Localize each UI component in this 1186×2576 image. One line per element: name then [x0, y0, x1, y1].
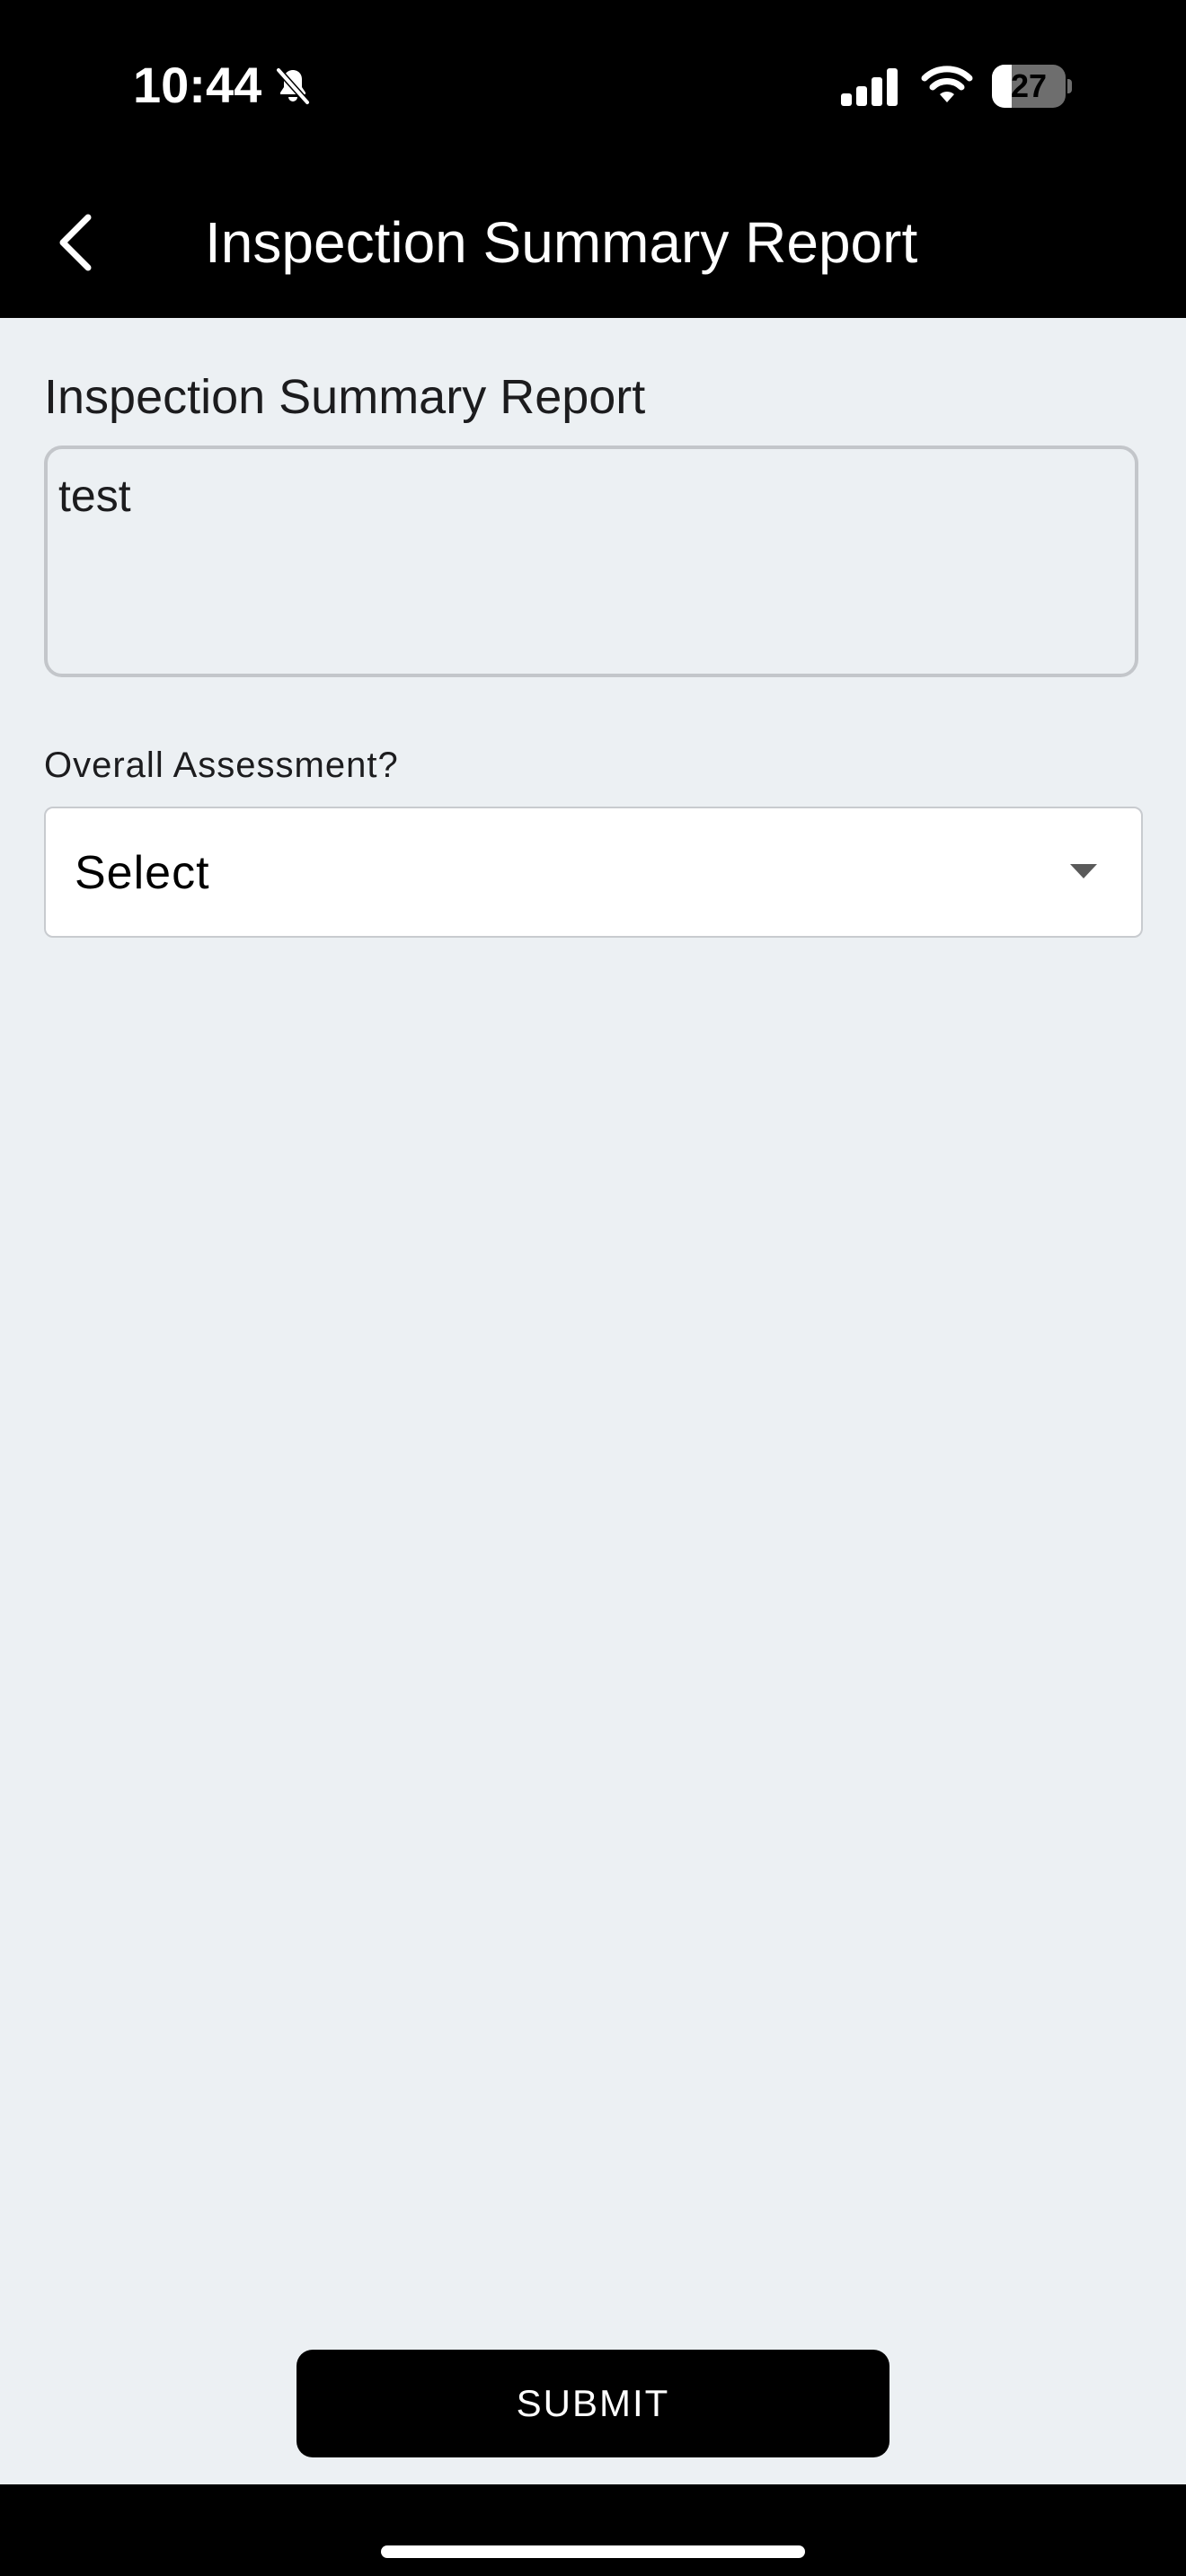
summary-label: Inspection Summary Report [44, 370, 646, 424]
home-indicator[interactable] [381, 2545, 805, 2558]
signal-icon [841, 68, 898, 106]
submit-button[interactable]: SUBMIT [296, 2350, 890, 2457]
wifi-icon [921, 66, 973, 102]
battery-level: 27 [1010, 67, 1048, 104]
page-title: Inspection Summary Report [205, 210, 918, 275]
bell-off-icon [275, 66, 311, 106]
assessment-label: Overall Assessment? [44, 745, 399, 785]
summary-value: test [58, 471, 131, 521]
summary-textarea[interactable]: test [44, 446, 1138, 677]
battery-icon: 27 [992, 65, 1072, 108]
caret-down-icon [1070, 864, 1097, 878]
assessment-select[interactable]: Select [44, 807, 1143, 938]
status-time: 10:44 [133, 57, 262, 113]
top-header: 10:44 27 Inspection Summary Report [0, 0, 1186, 318]
assessment-selected-value: Select [75, 847, 210, 899]
back-chevron-icon[interactable] [52, 210, 97, 275]
bottom-bar [0, 2484, 1186, 2576]
